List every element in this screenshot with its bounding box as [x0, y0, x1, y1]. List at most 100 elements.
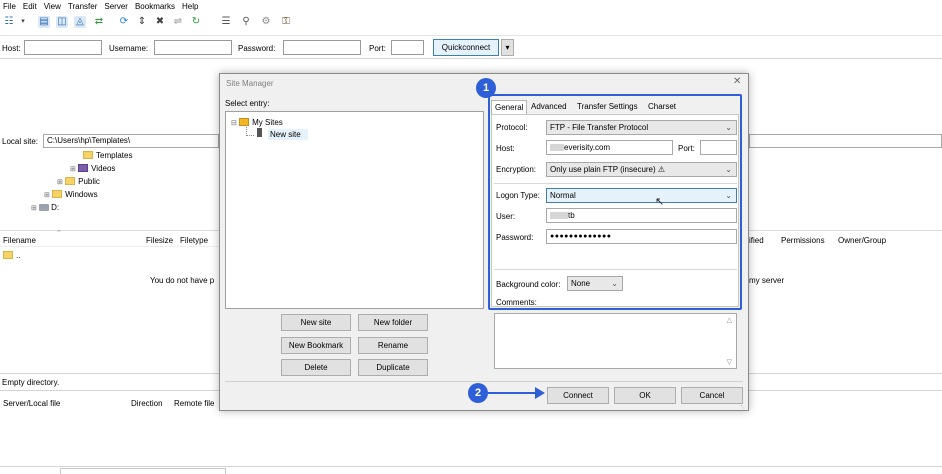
column-filename[interactable]: Filename — [3, 236, 36, 245]
quickconnect-button[interactable]: Quickconnect — [433, 39, 499, 56]
rename-button[interactable]: Rename — [358, 337, 428, 354]
process-queue-icon[interactable]: ⇕ — [136, 16, 148, 28]
transfer-queue-icon[interactable]: ⇄ — [93, 16, 105, 28]
scroll-up-icon[interactable]: △ — [727, 316, 732, 324]
toolbar: ☷ ▾ ▤ ◫ ◬ ⇄ ⟳ ⇕ ✖ ⇌ ↻ ☰ ⚲ ⚙ ⚿ — [0, 13, 942, 34]
step-1-badge: 1 — [476, 78, 496, 98]
find-files-icon[interactable]: ⚿ — [280, 16, 292, 28]
connect-button[interactable]: Connect — [547, 387, 609, 404]
expand-icon: ⊞ — [31, 205, 37, 212]
cancel-icon[interactable]: ✖ — [154, 16, 166, 28]
reconnect-icon[interactable]: ↻ — [190, 16, 202, 28]
username-input[interactable] — [154, 40, 232, 55]
column-filetype[interactable]: Filetype — [180, 236, 208, 245]
menu-bar: File Edit View Transfer Server Bookmarks Help — [0, 0, 942, 13]
refresh-icon[interactable]: ⟳ — [118, 16, 130, 28]
tree-item-new-site[interactable]: New site — [268, 129, 308, 140]
remote-tree-icon[interactable]: ◬ — [74, 16, 86, 28]
site-manager-icon[interactable]: ☷ — [3, 16, 15, 28]
column-modified[interactable]: ified — [749, 236, 764, 245]
folder-icon — [52, 190, 63, 198]
header-divider — [0, 246, 219, 247]
folder-icon — [239, 118, 250, 126]
sync-browse-icon[interactable]: ⚙ — [260, 16, 272, 28]
duplicate-button[interactable]: Duplicate — [358, 359, 428, 376]
filter-icon[interactable]: ☰ — [220, 16, 232, 28]
quickconnect-dropdown-button[interactable]: ▾ — [501, 39, 514, 56]
highlight-box — [488, 94, 742, 310]
expand-icon: ⊞ — [70, 166, 76, 173]
column-owner-group[interactable]: Owner/Group — [838, 236, 886, 245]
step-2-badge: 2 — [468, 383, 488, 403]
ok-button[interactable]: OK — [614, 387, 676, 404]
local-site-label: Local site: — [2, 137, 39, 146]
remote-not-connected-message-end: my server — [749, 276, 785, 285]
cancel-button[interactable]: Cancel — [681, 387, 743, 404]
password-label: Password: — [238, 44, 276, 53]
tree-connector — [246, 127, 254, 136]
arrow-line — [488, 392, 538, 394]
site-tree[interactable]: ⊟ My Sites New site — [225, 111, 484, 309]
queue-column-direction[interactable]: Direction — [131, 399, 163, 408]
remote-not-connected-message: You do not have p — [150, 276, 215, 285]
close-icon[interactable]: ✕ — [733, 76, 741, 87]
sort-arrow-icon: ⌃ — [56, 230, 62, 237]
disconnect-icon[interactable]: ⇌ — [172, 16, 184, 28]
port-input[interactable] — [391, 40, 424, 55]
menu-bookmarks[interactable]: Bookmarks — [132, 0, 179, 11]
drive-icon — [39, 204, 50, 211]
queue-tabs-divider — [0, 466, 942, 467]
host-input[interactable] — [24, 40, 102, 55]
local-tree-icon[interactable]: ◫ — [56, 16, 68, 28]
username-label: Username: — [109, 44, 149, 53]
new-site-button[interactable]: New site — [281, 314, 351, 331]
select-entry-label: Select entry: — [225, 99, 270, 108]
password-input[interactable] — [283, 40, 361, 55]
collapse-icon: ⊟ — [231, 120, 237, 127]
pane-splitter[interactable] — [0, 230, 219, 231]
port-label: Port: — [369, 44, 386, 53]
menu-file[interactable]: File — [0, 0, 20, 11]
tree-item-templates[interactable]: Templates — [83, 151, 132, 160]
delete-button[interactable]: Delete — [281, 359, 351, 376]
parent-directory-row[interactable]: .. — [3, 251, 20, 260]
tree-item-drive-d[interactable]: ⊞ D: — [31, 203, 59, 212]
column-permissions[interactable]: Permissions — [781, 236, 825, 245]
videos-folder-icon — [78, 164, 89, 172]
folder-icon — [3, 251, 13, 259]
folder-icon — [65, 177, 76, 185]
local-path-input[interactable]: C:\Users\hp\Templates\ — [43, 134, 219, 148]
chevron-down-icon: ▾ — [505, 43, 510, 52]
menu-help[interactable]: Help — [179, 0, 202, 11]
message-log-icon[interactable]: ▤ — [38, 16, 50, 28]
queue-column-remote-file[interactable]: Remote file — [174, 399, 214, 408]
resize-grip-icon[interactable]: ⋱ — [738, 402, 745, 410]
menu-view[interactable]: View — [41, 0, 65, 11]
menu-server[interactable]: Server — [101, 0, 132, 11]
new-bookmark-button[interactable]: New Bookmark — [281, 337, 351, 354]
site-server-icon — [257, 128, 262, 137]
tree-item-public[interactable]: ⊞ Public — [57, 177, 100, 186]
tree-item-my-sites[interactable]: ⊟ My Sites — [231, 118, 283, 127]
dropdown-arrow-icon[interactable]: ▾ — [17, 16, 29, 28]
queue-tabs[interactable] — [60, 468, 226, 474]
compare-icon[interactable]: ⚲ — [240, 16, 252, 28]
tree-item-windows[interactable]: ⊞ Windows — [44, 190, 98, 199]
host-label: Host: — [2, 44, 21, 53]
menu-edit[interactable]: Edit — [20, 0, 41, 11]
scroll-down-icon[interactable]: ▽ — [727, 358, 732, 366]
pane-splitter-right[interactable] — [749, 230, 942, 231]
remote-path-input[interactable] — [749, 134, 942, 148]
arrow-head-icon — [535, 387, 545, 399]
new-folder-button[interactable]: New folder — [358, 314, 428, 331]
column-filesize[interactable]: Filesize — [146, 236, 173, 245]
menu-transfer[interactable]: Transfer — [65, 0, 102, 11]
quickconnect-bar: Host: Username: Password: Port: Quickcon… — [0, 35, 942, 59]
local-status-text: Empty directory. — [2, 378, 60, 387]
expand-icon: ⊞ — [44, 192, 50, 199]
comments-textarea[interactable]: △ ▽ — [494, 313, 737, 369]
tree-item-videos[interactable]: ⊞ Videos — [70, 164, 115, 173]
expand-icon: ⊞ — [57, 179, 63, 186]
queue-column-server-local-file[interactable]: Server/Local file — [3, 399, 60, 408]
dialog-separator — [225, 381, 743, 382]
